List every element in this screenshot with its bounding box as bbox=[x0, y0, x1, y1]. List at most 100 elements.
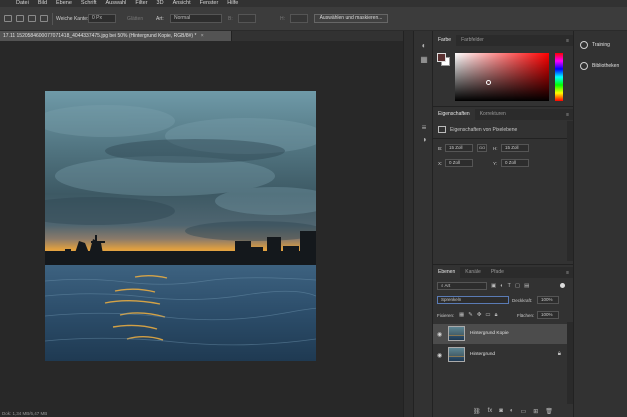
fill-input[interactable]: 100% bbox=[537, 311, 559, 319]
foreground-color-swatch[interactable] bbox=[437, 53, 446, 62]
width-input[interactable] bbox=[238, 14, 256, 23]
menu-item-4[interactable]: Auswahl bbox=[106, 0, 127, 7]
blend-mode-select[interactable]: Sprenkeln bbox=[437, 296, 509, 304]
training-item[interactable]: Training bbox=[580, 41, 610, 49]
adjustments-panel-icon[interactable]: ◑ bbox=[419, 135, 429, 145]
layers-panel-tabs: Ebenen Kanäle Pfade bbox=[433, 267, 573, 278]
menu-item-2[interactable]: Ebene bbox=[56, 0, 72, 7]
intersect-selection-icon[interactable] bbox=[40, 15, 48, 22]
tab-swatches[interactable]: Farbfelder bbox=[456, 35, 489, 46]
properties-panel-tabs: Eigenschaften Korrekturen bbox=[433, 109, 573, 120]
filter-smart-icon[interactable]: ▤ bbox=[524, 283, 529, 289]
new-layer-icon[interactable]: ⊞ bbox=[533, 408, 538, 415]
divider bbox=[52, 13, 53, 25]
menu-bar: Datei Bild Ebene Schrift Auswahl Filter 3D Ansi… bbox=[0, 0, 627, 7]
add-mask-icon[interactable]: ◙ bbox=[499, 408, 503, 415]
layer-name[interactable]: Hintergrund bbox=[470, 352, 495, 357]
menu-item-7[interactable]: Ansicht bbox=[173, 0, 191, 7]
tab-channels[interactable]: Kanäle bbox=[460, 267, 486, 278]
antialias-checkbox-label[interactable]: Glätten bbox=[127, 16, 143, 22]
lock-all-icon[interactable]: 🔒︎ bbox=[495, 312, 498, 319]
color-panel-icon[interactable]: ◐ bbox=[419, 41, 429, 51]
libraries-item[interactable]: Bibliotheken bbox=[580, 62, 619, 70]
layer-filter-select[interactable]: ⌕ Art bbox=[437, 282, 487, 290]
tab-layers[interactable]: Ebenen bbox=[433, 267, 461, 278]
hue-slider[interactable] bbox=[555, 53, 563, 101]
layers-bottom-bar: ⛓ fx ◙ ◐ ▭ ⊞ 🗑︎ bbox=[473, 408, 553, 415]
style-select[interactable]: Normal bbox=[170, 14, 222, 23]
document-tab[interactable]: 17.11 1520584600077071418_4044337475.jpg… bbox=[0, 31, 232, 41]
document-image[interactable] bbox=[45, 91, 316, 361]
new-selection-icon[interactable] bbox=[4, 15, 12, 22]
y-input[interactable]: 0 Zoll bbox=[501, 159, 529, 167]
width-label: B: bbox=[438, 146, 443, 151]
options-bar: Weiche Kante: 0 Px Glätten Art: Normal B… bbox=[0, 7, 627, 31]
lock-image-icon[interactable]: ✎ bbox=[468, 312, 473, 319]
color-panel: Farbe Farbfelder ≡ bbox=[433, 35, 573, 107]
swatches-panel-icon[interactable]: ▦ bbox=[419, 55, 429, 65]
soft-edge-input[interactable]: 0 Px bbox=[88, 14, 116, 23]
layer-name[interactable]: Hintergrund Kopie bbox=[470, 331, 509, 336]
menu-item-0[interactable]: Datei bbox=[16, 0, 29, 7]
menu-item-5[interactable]: Filter bbox=[135, 0, 147, 7]
layers-panel: Ebenen Kanäle Pfade ≡ ⌕ Art ▣ ◐ T ▢ ▤ Sp… bbox=[433, 267, 573, 417]
layer-row[interactable]: ◉ Hintergrund Kopie bbox=[433, 324, 567, 344]
width-input[interactable]: 15 Zoll bbox=[445, 144, 473, 152]
tab-adjustments[interactable]: Korrekturen bbox=[475, 109, 511, 120]
trash-icon[interactable]: 🗑︎ bbox=[545, 408, 553, 415]
color-panel-menu-icon[interactable]: ≡ bbox=[566, 38, 569, 44]
height-label: H: bbox=[493, 146, 498, 151]
x-label: X: bbox=[438, 161, 443, 166]
layer-filter-icons: ▣ ◐ T ▢ ▤ bbox=[491, 283, 529, 289]
menu-item-3[interactable]: Schrift bbox=[81, 0, 97, 7]
layer-thumbnail bbox=[448, 326, 465, 341]
subtract-selection-icon[interactable] bbox=[28, 15, 36, 22]
group-icon[interactable]: ▭ bbox=[521, 408, 527, 415]
x-input[interactable]: 0 Zoll bbox=[445, 159, 473, 167]
menu-item-6[interactable]: 3D bbox=[157, 0, 164, 7]
tab-color[interactable]: Farbe bbox=[433, 35, 457, 46]
properties-panel-icon[interactable]: ≡ bbox=[419, 123, 429, 133]
tab-paths[interactable]: Pfade bbox=[486, 267, 509, 278]
select-and-mask-button[interactable]: Auswählen und maskieren... bbox=[314, 14, 388, 23]
color-picker-cursor[interactable] bbox=[486, 80, 491, 85]
layer-thumbnail bbox=[448, 347, 465, 362]
height-input[interactable] bbox=[290, 14, 308, 23]
filter-shape-icon[interactable]: ▢ bbox=[515, 283, 520, 289]
adjustment-layer-icon[interactable]: ◐ bbox=[510, 408, 514, 415]
lock-label: Fixieren: bbox=[437, 313, 455, 318]
add-selection-icon[interactable] bbox=[16, 15, 24, 22]
soft-edge-label: Weiche Kante: bbox=[56, 16, 89, 22]
width-label: B: bbox=[228, 16, 233, 22]
vertical-scrollbar[interactable] bbox=[403, 31, 413, 417]
visibility-eye-icon[interactable]: ◉ bbox=[437, 331, 442, 338]
height-input[interactable]: 15 Zoll bbox=[501, 144, 529, 152]
filter-pixel-icon[interactable]: ▣ bbox=[491, 283, 496, 289]
document-tab-close-icon[interactable]: × bbox=[201, 33, 204, 39]
filter-adjustment-icon[interactable]: ◐ bbox=[500, 283, 503, 289]
properties-title: Eigenschaften von Pixelebene bbox=[450, 127, 518, 133]
menu-item-9[interactable]: Hilfe bbox=[227, 0, 238, 7]
lock-position-icon[interactable]: ✥ bbox=[477, 312, 482, 319]
menu-item-1[interactable]: Bild bbox=[38, 0, 47, 7]
menu-item-8[interactable]: Fenster bbox=[200, 0, 219, 7]
lock-icon[interactable]: 🔒︎ bbox=[558, 351, 561, 358]
libraries-label: Bibliotheken bbox=[592, 63, 620, 69]
lock-transparent-icon[interactable]: ▦ bbox=[459, 312, 464, 319]
properties-panel-menu-icon[interactable]: ≡ bbox=[566, 112, 569, 118]
opacity-input[interactable]: 100% bbox=[537, 296, 559, 304]
fx-icon[interactable]: fx bbox=[488, 408, 493, 415]
lock-artboard-icon[interactable]: ▭ bbox=[485, 312, 490, 319]
lock-icons: ▦ ✎ ✥ ▭ 🔒︎ bbox=[459, 312, 498, 319]
harbor-sunset-photo bbox=[45, 91, 316, 361]
link-layers-icon[interactable]: ⛓ bbox=[473, 408, 481, 415]
filter-type-icon[interactable]: T bbox=[508, 283, 511, 289]
link-dimensions-button[interactable]: GO bbox=[477, 144, 487, 152]
color-field[interactable] bbox=[455, 53, 549, 101]
layer-row[interactable]: ◉ Hintergrund 🔒︎ bbox=[433, 345, 567, 365]
visibility-eye-icon[interactable]: ◉ bbox=[437, 352, 442, 359]
tab-properties[interactable]: Eigenschaften bbox=[433, 109, 475, 120]
filter-toggle-icon[interactable] bbox=[560, 283, 565, 288]
layers-panel-menu-icon[interactable]: ≡ bbox=[566, 270, 569, 276]
status-bar: Dok: 1,34 MB/6,47 MB bbox=[0, 411, 403, 417]
